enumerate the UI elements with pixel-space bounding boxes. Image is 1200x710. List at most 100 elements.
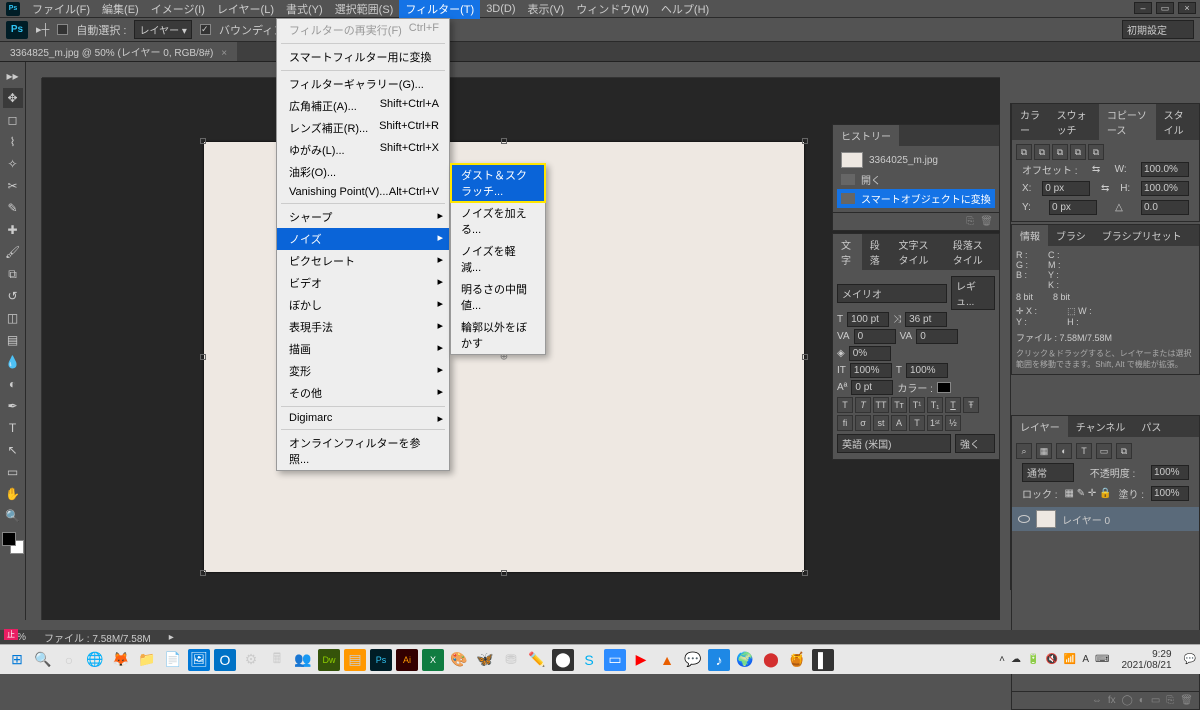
menu-filter-oil[interactable]: 油彩(O)... (277, 161, 449, 183)
menu-type[interactable]: 書式(Y) (280, 0, 329, 19)
butterfly-icon[interactable]: 🦋 (474, 649, 496, 671)
path-tool[interactable]: ↖ (3, 440, 23, 460)
vlc-icon[interactable]: ▲ (656, 649, 678, 671)
ot-ad[interactable]: st (873, 415, 889, 431)
noise-median[interactable]: 明るさの中間値... (451, 278, 545, 316)
tray-cloud-icon[interactable]: ☁ (1011, 654, 1021, 665)
menu-filter-other[interactable]: その他▸ (277, 382, 449, 404)
para-tab[interactable]: 段落 (862, 234, 891, 270)
marquee-tool[interactable]: ◻ (3, 110, 23, 130)
collapse-icon[interactable]: ▸▸ (3, 66, 23, 86)
tray-volume-icon[interactable]: 🔇 (1045, 654, 1057, 665)
strike-btn[interactable]: Ŧ (963, 397, 979, 413)
italic-btn[interactable]: T (855, 397, 871, 413)
menu-filter-smart[interactable]: スマートフィルター用に変換 (277, 46, 449, 68)
calc-icon[interactable]: 🖩 (266, 649, 288, 671)
menu-filter-online[interactable]: オンラインフィルターを参照... (277, 432, 449, 470)
layer-thumb[interactable] (1036, 510, 1056, 528)
opacity-input[interactable] (1151, 465, 1189, 480)
heal-tool[interactable]: ✚ (3, 220, 23, 240)
baseline-shift[interactable] (851, 380, 893, 395)
ps-home-icon[interactable]: Ps (6, 21, 28, 39)
menu-filter-gallery[interactable]: フィルターギャラリー(G)... (277, 73, 449, 95)
cortana-icon[interactable]: ○ (58, 649, 80, 671)
blend-mode[interactable]: 通常 (1022, 463, 1074, 482)
hscale[interactable] (906, 363, 948, 378)
color-tab[interactable]: カラー (1012, 104, 1049, 140)
super-btn[interactable]: T¹ (909, 397, 925, 413)
brush-tab[interactable]: ブラシ (1048, 225, 1094, 246)
transform-handle[interactable] (802, 138, 808, 144)
menu-filter-digimarc[interactable]: Digimarc▸ (277, 409, 449, 427)
explorer-icon[interactable]: 📁 (136, 649, 158, 671)
allcaps-btn[interactable]: TT (873, 397, 889, 413)
eraser-tool[interactable]: ◫ (3, 308, 23, 328)
color-swatches[interactable] (2, 532, 24, 554)
history-step-smartobj[interactable]: スマートオブジェクトに変換 (837, 189, 995, 208)
font-style[interactable]: レギュ... (951, 276, 995, 310)
filter-img[interactable]: ▦ (1036, 443, 1052, 459)
minimize-button[interactable]: – (1134, 2, 1152, 14)
fill-input[interactable] (1151, 486, 1189, 501)
excel-icon[interactable]: X (422, 649, 444, 671)
aa-select[interactable]: 強く (955, 434, 995, 453)
pen-icon[interactable]: ✏️ (526, 649, 548, 671)
firefox-icon[interactable]: 🦊 (110, 649, 132, 671)
menu-filter-video[interactable]: ビデオ▸ (277, 272, 449, 294)
music-icon[interactable]: ♪ (708, 649, 730, 671)
ot-half[interactable]: ½ (945, 415, 961, 431)
cs-angle[interactable] (1141, 200, 1189, 215)
dw-icon[interactable]: Dw (318, 649, 340, 671)
taskbar-clock[interactable]: 9:292021/08/21 (1115, 649, 1177, 671)
noise-add[interactable]: ノイズを加える... (451, 202, 545, 240)
layer-filter[interactable]: ⌕ (1016, 443, 1032, 459)
type-tool[interactable]: T (3, 418, 23, 438)
pot-icon[interactable]: 🍯 (786, 649, 808, 671)
ot-T1[interactable]: T (909, 415, 925, 431)
vscale[interactable] (850, 363, 892, 378)
history-brush-tool[interactable]: ↺ (3, 286, 23, 306)
transform-handle[interactable] (501, 570, 507, 576)
brushpreset-tab[interactable]: ブラシプリセット (1094, 225, 1190, 246)
layers-tab[interactable]: レイヤー (1012, 416, 1068, 437)
tracking[interactable] (916, 329, 958, 344)
move-tool[interactable]: ✥ (3, 88, 23, 108)
crop-tool[interactable]: ✂ (3, 176, 23, 196)
tray-keyboard-icon[interactable]: ⌨ (1095, 654, 1109, 665)
teams-icon[interactable]: 👥 (292, 649, 314, 671)
link-icon[interactable]: ⇔ (1092, 695, 1102, 706)
adj-icon[interactable]: ◐ (1139, 695, 1145, 706)
transform-handle[interactable] (200, 138, 206, 144)
transform-handle[interactable] (200, 570, 206, 576)
auto-select-target[interactable]: レイヤー ▾ (134, 20, 192, 39)
group-icon[interactable]: ▭ (1151, 695, 1160, 706)
noise-reduce[interactable]: ノイズを軽減... (451, 240, 545, 278)
document-tab[interactable]: 3364825_m.jpg @ 50% (レイヤー 0, RGB/8#)× (0, 42, 237, 61)
info-tab[interactable]: 情報 (1012, 225, 1048, 246)
copysource-tab[interactable]: コピーソース (1099, 104, 1156, 140)
swatch-tab[interactable]: スウォッチ (1049, 104, 1099, 140)
menu-filter-pixelate[interactable]: ピクセレート▸ (277, 250, 449, 272)
close-tab-icon[interactable]: × (221, 48, 227, 59)
chrome-icon[interactable]: 🌐 (84, 649, 106, 671)
history-step-open[interactable]: 開く (837, 170, 995, 189)
menu-filter-draw[interactable]: 描画▸ (277, 338, 449, 360)
eyedropper-tool[interactable]: ✎ (3, 198, 23, 218)
kerning[interactable] (854, 329, 896, 344)
cs-h[interactable] (1141, 181, 1189, 196)
tray-chevron-icon[interactable]: ˄ (999, 654, 1005, 665)
skype-icon[interactable]: S (578, 649, 600, 671)
cs-w[interactable] (1141, 162, 1189, 177)
discord-icon[interactable]: 💬 (682, 649, 704, 671)
stamp-tool[interactable]: ⧉ (3, 264, 23, 284)
globe-icon[interactable]: 🌍 (734, 649, 756, 671)
zoom-icon[interactable]: ▭ (604, 649, 626, 671)
noise-despeckle[interactable]: 輪郭以外をぼかす (451, 316, 545, 354)
menu-window[interactable]: ウィンドウ(W) (570, 0, 655, 19)
noise-dust-scratches[interactable]: ダスト＆スクラッチ... (451, 164, 545, 202)
history-source[interactable]: 3364025_m.jpg (837, 150, 995, 170)
zoom-tool[interactable]: 🔍 (3, 506, 23, 526)
char-tab[interactable]: 文字 (833, 234, 862, 270)
workspace-selector[interactable]: 初期設定 (1122, 20, 1194, 39)
lang-select[interactable]: 英語 (米国) (837, 434, 951, 453)
